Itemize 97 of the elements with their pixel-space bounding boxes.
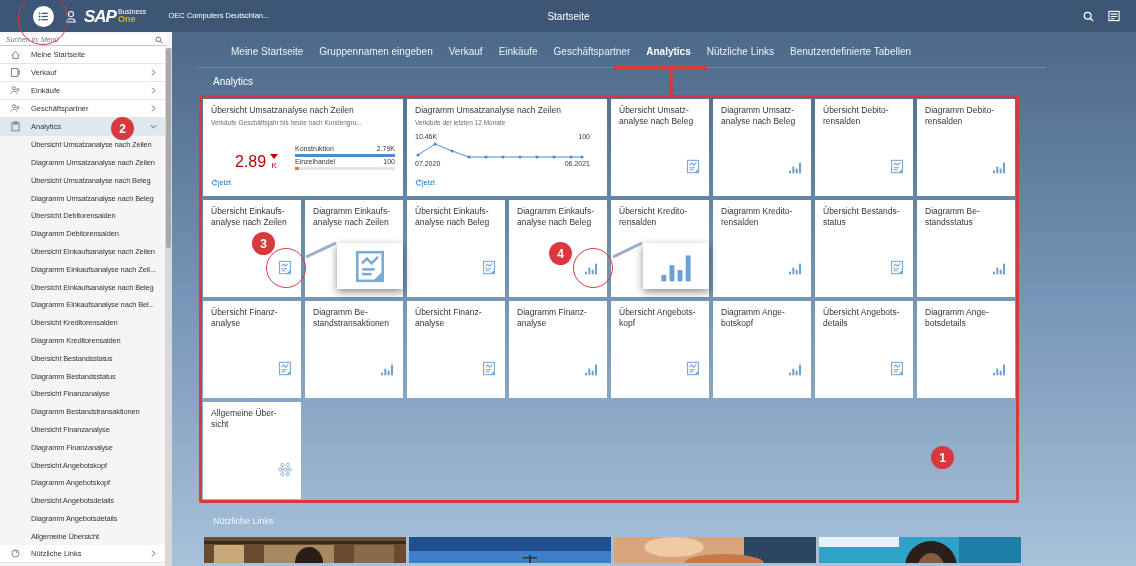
people-icon — [10, 85, 21, 96]
report-icon — [890, 260, 904, 275]
report-icon — [278, 260, 292, 275]
tile-title: Diagramm Finanz- analyse — [517, 307, 588, 329]
tile[interactable]: Diagramm Be- standstransaktionen — [305, 301, 403, 398]
tile[interactable]: Diagramm Umsatz- analyse nach Beleg — [713, 99, 811, 196]
tile[interactable]: Allgemeine Über- sicht — [203, 402, 301, 499]
home-icon — [10, 49, 21, 60]
tile-title: Übersicht Umsatzanalyse nach Zeilen — [211, 105, 355, 116]
tab[interactable]: Benutzerdefinierte Tabellen — [790, 44, 911, 59]
search-icon[interactable] — [1083, 10, 1094, 22]
tile[interactable]: Übersicht Bestands- status — [815, 200, 913, 297]
section-title: Analytics — [213, 75, 254, 89]
link-icon — [10, 548, 21, 560]
tile-title: Diagramm Umsatzanalyse nach Zeilen — [415, 105, 562, 116]
tab[interactable]: Einkäufe — [498, 44, 538, 59]
document-icon — [10, 67, 21, 78]
tile[interactable]: Übersicht Debito- rensalden — [815, 99, 913, 196]
tab[interactable]: Gruppennamen eingeben — [319, 44, 433, 59]
bar-chart-icon — [380, 362, 394, 376]
tile[interactable]: Übersicht Angebots- kopf — [611, 301, 709, 398]
chevron-right-icon[interactable] — [150, 69, 157, 76]
tile[interactable]: Übersicht Angebots- details — [815, 301, 913, 398]
tile[interactable]: Übersicht Einkaufs- analyse nach Beleg — [407, 200, 505, 297]
tile[interactable]: Übersicht Umsatz- analyse nach Beleg — [611, 99, 709, 196]
bar-chart-icon — [788, 261, 802, 275]
tile-title: Übersicht Einkaufs- analyse nach Beleg — [415, 206, 491, 228]
tab[interactable]: Verkauf — [448, 44, 483, 59]
tile[interactable]: Übersicht Finanz- analyse — [203, 301, 301, 398]
tab[interactable]: Analytics — [646, 44, 691, 59]
tab[interactable]: Nützliche Links — [706, 44, 774, 59]
tile-title: Übersicht Angebots- details — [823, 307, 901, 329]
menu-icon — [38, 10, 49, 22]
tile-title: Übersicht Kredito- rensalden — [619, 206, 689, 228]
tile-title: Diagramm Debito- rensalden — [925, 105, 995, 127]
tile-title: Übersicht Bestands- status — [823, 206, 901, 228]
report-icon — [482, 361, 496, 376]
tile[interactable]: Diagramm Be- standsstatus — [917, 200, 1015, 297]
notes-icon[interactable] — [1108, 10, 1120, 22]
refresh-icon — [415, 179, 422, 187]
tile-title: Diagramm Einkaufs- analyse nach Beleg — [517, 206, 595, 228]
bar-chart-icon — [788, 362, 802, 376]
kpi-unit: K — [271, 161, 277, 170]
tile[interactable]: Diagramm Debito- rensalden — [917, 99, 1015, 196]
report-icon — [686, 361, 700, 376]
tile-title: Übersicht Umsatz- analyse nach Beleg — [619, 105, 695, 127]
bar-chart-icon — [992, 261, 1006, 275]
tile-title: Übersicht Angebots- kopf — [619, 307, 697, 329]
tile[interactable]: Diagramm Ange- botskopf — [713, 301, 811, 398]
logo-text: SAP — [84, 7, 116, 25]
chevron-right-icon[interactable] — [150, 550, 157, 558]
tile-title: Übersicht Debito- rensalden — [823, 105, 890, 127]
tile-title: Übersicht Einkaufs- analyse nach Zeilen — [211, 206, 288, 228]
user-icon[interactable] — [66, 9, 76, 23]
tile-title: Diagramm Umsatz- analyse nach Beleg — [721, 105, 797, 127]
tile[interactable]: Diagramm Finanz- analyse — [509, 301, 607, 398]
tile-title: Diagramm Be- standstransaktionen — [313, 307, 391, 329]
network-icon — [278, 462, 292, 477]
page-title: Startseite — [547, 9, 590, 24]
chevron-right-icon[interactable] — [150, 105, 157, 112]
tile-title: Allgemeine Über- sicht — [211, 408, 278, 430]
chevron-right-icon[interactable] — [150, 87, 157, 94]
report-icon — [278, 361, 292, 376]
bar-chart-icon — [992, 160, 1006, 174]
report-icon — [482, 260, 496, 275]
bar-chart-icon — [788, 160, 802, 174]
search-icon[interactable] — [155, 35, 163, 44]
menu-button[interactable] — [33, 5, 54, 27]
tile-title: Diagramm Kredito- rensalden — [721, 206, 794, 228]
callout-line — [612, 242, 643, 258]
report-icon — [890, 361, 904, 376]
tile-title: Diagramm Einkaufs- analyse nach Zeilen — [313, 206, 391, 228]
tile[interactable]: Übersicht Finanz- analyse — [407, 301, 505, 398]
logo-subtext: One — [117, 14, 136, 24]
report-icon — [354, 248, 386, 284]
bar-chart-icon — [992, 362, 1006, 376]
report-icon — [686, 159, 700, 174]
chevron-down-icon[interactable] — [150, 123, 157, 130]
tile-title: Diagramm Ange- botsdetails — [925, 307, 990, 329]
scrollbar[interactable] — [165, 48, 172, 566]
callout-line — [305, 242, 337, 258]
tab[interactable]: Geschäftspartner — [553, 44, 631, 59]
section-title: Nützliche Links — [213, 515, 275, 528]
clipboard-icon — [10, 121, 21, 132]
refresh-icon — [211, 179, 218, 187]
report-icon — [890, 159, 904, 174]
tile-title: Diagramm Be- standsstatus — [925, 206, 981, 228]
tab[interactable]: Meine Startseite — [231, 44, 304, 59]
people-icon — [10, 103, 21, 114]
tile[interactable]: Diagramm Ange- botsdetails — [917, 301, 1015, 398]
kpi-value: 2.89 — [235, 154, 267, 170]
tile-title: Diagramm Ange- botskopf — [721, 307, 786, 329]
tile-title: Übersicht Finanz- analyse — [211, 307, 279, 329]
tile-title: Übersicht Finanz- analyse — [415, 307, 483, 329]
bar-chart-icon — [584, 261, 598, 275]
tile[interactable]: Diagramm Kredito- rensalden — [713, 200, 811, 297]
bar-chart-icon — [584, 362, 598, 376]
